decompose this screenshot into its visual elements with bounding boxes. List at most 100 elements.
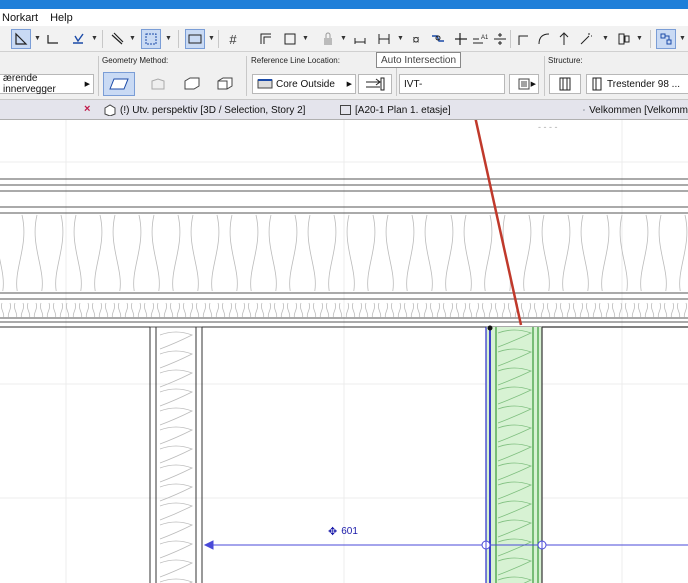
chevron-down-icon[interactable]: ▼ — [91, 35, 98, 42]
tab-floor-plan[interactable]: [A20-1 Plan 1. etasje] — [340, 102, 570, 118]
wall-structure-icon — [592, 77, 602, 91]
toolbar-divider — [178, 30, 179, 48]
3d-view-icon — [104, 104, 116, 116]
trapezoid-wall-icon[interactable] — [143, 72, 175, 96]
straight-wall-icon[interactable] — [103, 72, 135, 96]
wall-corner-icon[interactable] — [256, 29, 276, 49]
thin-insulation-pattern — [1, 302, 687, 318]
thick-insulation-pattern — [0, 214, 688, 292]
menu-help[interactable]: Help — [50, 12, 73, 24]
dimension-label[interactable]: ✥ 601 — [328, 525, 358, 538]
ivt-input[interactable]: IVT- — [399, 74, 505, 94]
title-bar-strip — [0, 0, 688, 9]
reference-line-icon — [257, 79, 273, 89]
chevron-down-icon[interactable]: ▼ — [679, 35, 686, 42]
layer-selector[interactable]: ærende innervegger ▶ — [0, 73, 94, 95]
archicad-window: Norkart Help ▼ ▼ ▼ ▼ ▼ # ▼ ▼ ▼ ¤ A1 ▼ ▼ … — [0, 0, 688, 583]
structure-value: Trestender 98 ... — [607, 78, 680, 90]
trim-icon[interactable] — [451, 29, 471, 49]
reference-line-value: Core Outside — [276, 78, 335, 90]
chevron-right-icon: ▶ — [530, 81, 536, 88]
view-tab-bar: × (!) Utv. perspektiv [3D / Selection, S… — [0, 100, 688, 120]
tab-3d-perspective[interactable]: (!) Utv. perspektiv [3D / Selection, Sto… — [104, 102, 329, 118]
panel-divider — [98, 56, 99, 96]
tab-welcome[interactable]: Velkommen [Velkomm — [583, 102, 688, 118]
toolbar-divider — [510, 30, 511, 48]
complex-wall-icon[interactable] — [209, 72, 241, 96]
chevron-down-icon[interactable]: ▼ — [636, 35, 643, 42]
slanted-wall-icon[interactable] — [176, 72, 208, 96]
dimension-value: 601 — [341, 526, 358, 537]
flip-arrow-icon — [366, 77, 385, 91]
chevron-down-icon[interactable]: ▼ — [397, 35, 404, 42]
floor-plan-canvas[interactable]: ✥ 601 - - - - — [0, 120, 688, 583]
intersection-point-icon[interactable]: ¤ — [406, 29, 426, 49]
tab-3d-label: (!) Utv. perspektiv [3D / Selection, Sto… — [120, 104, 306, 116]
chevron-down-icon[interactable]: ▼ — [208, 35, 215, 42]
main-toolbar: ▼ ▼ ▼ ▼ ▼ # ▼ ▼ ▼ ¤ A1 ▼ ▼ ▼ — [0, 26, 688, 77]
move-handle-icon[interactable]: ✥ — [328, 525, 337, 538]
chevron-down-icon[interactable]: ▼ — [302, 35, 309, 42]
chevron-down-icon[interactable]: ▼ — [165, 35, 172, 42]
menu-bar: Norkart Help — [0, 9, 688, 26]
align-icon[interactable] — [614, 29, 634, 49]
ivt-value: IVT- — [404, 78, 423, 90]
split-icon[interactable] — [490, 29, 510, 49]
toolbar-divider — [650, 30, 651, 48]
close-icon[interactable]: × — [84, 103, 90, 115]
toolbar-divider — [218, 30, 219, 48]
toolbar-divider — [102, 30, 103, 48]
elevation-dimension-icon[interactable] — [374, 29, 394, 49]
angle-tool-icon[interactable] — [11, 29, 31, 49]
chevron-down-icon[interactable]: ▼ — [34, 35, 41, 42]
group-icon[interactable] — [656, 29, 676, 49]
flip-reference-button[interactable] — [358, 74, 392, 94]
chevron-down-icon[interactable]: ▼ — [340, 35, 347, 42]
check-snap-icon[interactable] — [68, 29, 88, 49]
chevron-down-icon[interactable]: ▼ — [129, 35, 136, 42]
wall-endpoint-node — [487, 325, 493, 331]
floor-plan-drawing — [0, 120, 688, 583]
left-wall-insulation — [159, 331, 193, 583]
selection-box-icon[interactable] — [141, 29, 161, 49]
pointer-arrow — [474, 120, 523, 326]
reference-line-label: Reference Line Location: — [251, 56, 340, 65]
panel-divider — [246, 56, 247, 96]
grid-lines — [0, 120, 688, 583]
gravity-icon[interactable] — [185, 29, 205, 49]
chevron-down-icon[interactable]: ▼ — [602, 35, 609, 42]
diagonal-line-icon[interactable] — [107, 29, 127, 49]
floor-plan-icon — [340, 105, 351, 115]
dimension-line — [203, 540, 688, 550]
extend-icon[interactable] — [554, 29, 574, 49]
magic-wand-icon[interactable] — [576, 29, 596, 49]
lock-icon[interactable] — [318, 29, 338, 49]
panel-divider — [544, 56, 545, 96]
chevron-right-icon: ▶ — [84, 81, 90, 88]
structure-selector[interactable]: Trestender 98 ... — [586, 74, 688, 94]
menu-norkart[interactable]: Norkart — [2, 12, 38, 24]
auto-intersection-icon[interactable] — [428, 29, 448, 49]
info-box-panel: ærende innervegger ▶ Geometry Method: ▼ … — [0, 52, 688, 137]
structure-label: Structure: — [548, 56, 583, 65]
id-settings-button[interactable]: ▶ — [509, 74, 539, 94]
guide-line-icon[interactable] — [43, 29, 63, 49]
tab-floor-plan-label: [A20-1 Plan 1. etasje] — [355, 104, 451, 116]
reference-line-selector[interactable]: Core Outside ▶ — [252, 74, 356, 94]
structure-type-button[interactable] — [549, 74, 581, 94]
curve-icon[interactable] — [534, 29, 554, 49]
layout-icon — [583, 109, 585, 111]
chevron-right-icon: ▶ — [346, 81, 352, 88]
tab-welcome-label: Velkommen [Velkomm — [589, 104, 688, 116]
offset-icon[interactable] — [280, 29, 300, 49]
document-icon — [518, 78, 530, 90]
geometry-method-label: Geometry Method: — [102, 56, 169, 65]
status-dots: - - - - — [538, 122, 558, 132]
dimension-icon[interactable] — [350, 29, 370, 49]
level-dimension-icon[interactable]: A1 — [470, 29, 490, 49]
fillet-icon[interactable] — [513, 29, 533, 49]
auto-intersection-tooltip: Auto Intersection — [376, 52, 462, 68]
svg-text:A1: A1 — [481, 35, 488, 41]
grid-icon[interactable]: # — [223, 29, 243, 49]
composite-icon — [559, 77, 571, 91]
